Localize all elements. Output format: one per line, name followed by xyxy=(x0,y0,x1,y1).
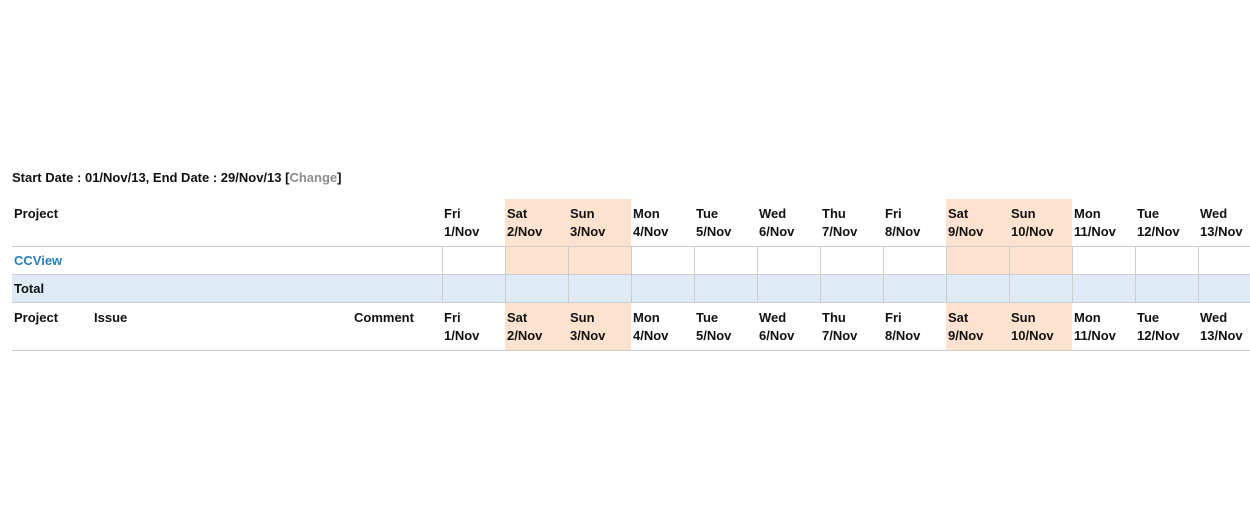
timesheet-report: Start Date : 01/Nov/13, End Date : 29/No… xyxy=(0,0,1248,351)
detail-col-comment: Comment xyxy=(352,303,442,351)
end-date-label: , End Date : xyxy=(146,170,221,185)
change-date-range-link[interactable]: Change xyxy=(289,170,337,185)
start-date-label: Start Date : xyxy=(12,170,85,185)
total-day-8 xyxy=(946,275,1009,303)
proj-day-10 xyxy=(1072,247,1135,275)
detail-day-8: Sat9/Nov xyxy=(946,303,1009,351)
col-day-6: Thu7/Nov xyxy=(820,199,883,247)
col-day-9: Sun10/Nov xyxy=(1009,199,1072,247)
timesheet-table: Project Fri1/Nov Sat2/Nov Sun3/Nov Mon4/… xyxy=(12,199,1250,303)
total-day-0 xyxy=(442,275,505,303)
start-date-value: 01/Nov/13 xyxy=(85,170,146,185)
detail-day-7: Fri8/Nov xyxy=(883,303,946,351)
project-link[interactable]: CCView xyxy=(14,253,62,268)
detail-day-0: Fri1/Nov xyxy=(442,303,505,351)
detail-day-9: Sun10/Nov xyxy=(1009,303,1072,351)
col-day-3: Mon4/Nov xyxy=(631,199,694,247)
total-day-4 xyxy=(694,275,757,303)
proj-day-8 xyxy=(946,247,1009,275)
total-day-10 xyxy=(1072,275,1135,303)
detail-header-table: Project Issue Comment Fri1/Nov Sat2/Nov … xyxy=(12,303,1250,351)
col-day-8: Sat9/Nov xyxy=(946,199,1009,247)
proj-day-11 xyxy=(1135,247,1198,275)
detail-day-2: Sun3/Nov xyxy=(568,303,631,351)
proj-day-7 xyxy=(883,247,946,275)
project-name-cell: CCView xyxy=(12,247,442,275)
detail-day-3: Mon4/Nov xyxy=(631,303,694,351)
col-day-1: Sat2/Nov xyxy=(505,199,568,247)
summary-header-row: Project Fri1/Nov Sat2/Nov Sun3/Nov Mon4/… xyxy=(12,199,1250,247)
col-day-5: Wed6/Nov xyxy=(757,199,820,247)
col-day-7: Fri8/Nov xyxy=(883,199,946,247)
proj-day-6 xyxy=(820,247,883,275)
detail-col-issue: Issue xyxy=(92,303,352,351)
detail-day-6: Thu7/Nov xyxy=(820,303,883,351)
col-day-12: Wed13/Nov xyxy=(1198,199,1250,247)
proj-day-4 xyxy=(694,247,757,275)
col-day-2: Sun3/Nov xyxy=(568,199,631,247)
total-day-2 xyxy=(568,275,631,303)
detail-day-5: Wed6/Nov xyxy=(757,303,820,351)
detail-day-4: Tue5/Nov xyxy=(694,303,757,351)
detail-day-10: Mon11/Nov xyxy=(1072,303,1135,351)
proj-day-0 xyxy=(442,247,505,275)
col-day-4: Tue5/Nov xyxy=(694,199,757,247)
total-day-3 xyxy=(631,275,694,303)
detail-day-12: Wed13/Nov xyxy=(1198,303,1250,351)
detail-col-project: Project xyxy=(12,303,92,351)
project-row: CCView xyxy=(12,247,1250,275)
total-day-6 xyxy=(820,275,883,303)
end-date-value: 29/Nov/13 xyxy=(221,170,282,185)
detail-header-row: Project Issue Comment Fri1/Nov Sat2/Nov … xyxy=(12,303,1250,351)
proj-day-12 xyxy=(1198,247,1250,275)
total-day-12 xyxy=(1198,275,1250,303)
date-range-line: Start Date : 01/Nov/13, End Date : 29/No… xyxy=(12,170,1238,199)
total-day-1 xyxy=(505,275,568,303)
proj-day-9 xyxy=(1009,247,1072,275)
bracket-close: ] xyxy=(337,170,341,185)
total-day-11 xyxy=(1135,275,1198,303)
proj-day-5 xyxy=(757,247,820,275)
proj-day-3 xyxy=(631,247,694,275)
proj-day-2 xyxy=(568,247,631,275)
detail-day-1: Sat2/Nov xyxy=(505,303,568,351)
total-label: Total xyxy=(12,275,442,303)
col-day-10: Mon11/Nov xyxy=(1072,199,1135,247)
detail-day-11: Tue12/Nov xyxy=(1135,303,1198,351)
total-day-9 xyxy=(1009,275,1072,303)
col-day-0: Fri1/Nov xyxy=(442,199,505,247)
proj-day-1 xyxy=(505,247,568,275)
total-day-7 xyxy=(883,275,946,303)
col-project: Project xyxy=(12,199,442,247)
total-row: Total xyxy=(12,275,1250,303)
total-day-5 xyxy=(757,275,820,303)
col-day-11: Tue12/Nov xyxy=(1135,199,1198,247)
